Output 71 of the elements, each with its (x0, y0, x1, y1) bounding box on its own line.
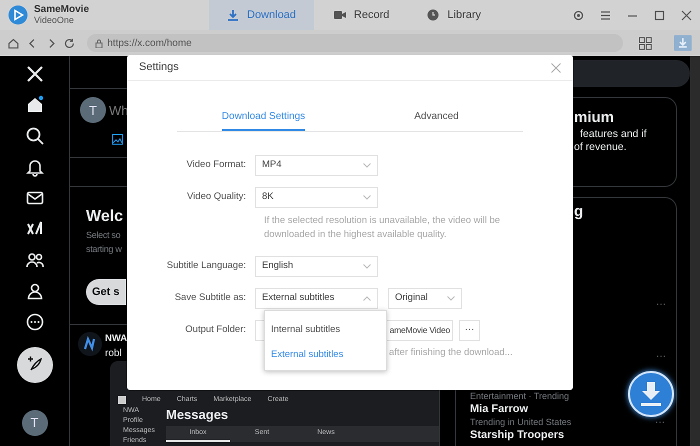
card-title: g (574, 202, 584, 222)
browse-button[interactable]: ··· (459, 320, 480, 341)
more-options-button[interactable]: ··· (656, 300, 666, 310)
get-started-button[interactable]: Get s (86, 279, 126, 306)
field-label: Save Subtitle as: (174, 291, 247, 306)
search-icon[interactable] (24, 126, 44, 146)
people-icon[interactable] (24, 250, 44, 270)
dropdown-field[interactable]: MP4 (255, 155, 378, 176)
maximize-icon[interactable] (654, 10, 665, 20)
x-logo-icon[interactable] (24, 64, 44, 84)
card-title: mium (574, 108, 614, 128)
chevron-down-icon (363, 163, 371, 168)
logo-icon (118, 396, 126, 404)
url-field[interactable]: https://x.com/home (87, 34, 624, 52)
chevron-down-icon (363, 195, 371, 200)
dropdown-field[interactable]: Original (388, 288, 462, 309)
app-name: SameMovie (34, 4, 90, 15)
app-tab[interactable]: Record (316, 0, 408, 30)
more-options-button[interactable]: ··· (656, 352, 666, 362)
scrollbar[interactable] (690, 56, 700, 446)
welcome-text: Select so (86, 229, 120, 242)
dropdown-field[interactable]: External subtitles (255, 288, 378, 309)
settings-tab[interactable]: Advanced (350, 103, 523, 131)
app-subtitle: VideoOne (34, 15, 75, 26)
app-logo-icon (8, 5, 28, 25)
dialog-title: Settings (139, 60, 179, 76)
lock-icon (95, 38, 104, 48)
hint-text: after finishing the download... (389, 346, 514, 360)
trend-category: Entertainment · Trending (470, 391, 570, 402)
card-text: features and if (580, 128, 647, 141)
app-tab[interactable]: Library (409, 0, 500, 30)
page-heading: Messages (166, 406, 230, 424)
reload-icon[interactable] (64, 38, 76, 48)
field-label: Video Format: (186, 158, 247, 172)
welcome-title: Welc (86, 207, 124, 228)
field-label: Output Folder: (184, 323, 247, 338)
trend-topic: Starship Troopers (470, 428, 564, 442)
avatar[interactable] (78, 332, 102, 356)
download-icon (227, 9, 239, 21)
card-text: of revenue. (574, 141, 627, 154)
hint-text: If the selected resolution is unavailable, the video will be downloaded in the highest available quality. (264, 214, 502, 242)
menu-icon[interactable] (600, 10, 611, 20)
avatar[interactable]: T (22, 410, 48, 436)
dropdown-option[interactable]: Internal subtitles (265, 320, 386, 341)
field-label: Video Quality: (186, 190, 247, 204)
trend-topic: Mia Farrow (470, 402, 528, 416)
welcome-text: starting w (86, 243, 122, 256)
more-icon[interactable] (24, 312, 44, 332)
chevron-down-icon (363, 264, 371, 269)
bell-icon[interactable] (24, 157, 44, 177)
field-label: Subtitle Language: (166, 259, 247, 274)
trend-category: Trending in United States (470, 417, 572, 428)
post-text: robl (105, 346, 122, 361)
close-icon[interactable] (681, 10, 692, 20)
post-author: NWA (105, 332, 128, 346)
settings-icon[interactable] (573, 10, 584, 20)
image-icon[interactable] (112, 134, 123, 146)
person-icon[interactable] (24, 281, 44, 301)
clock-icon (427, 9, 440, 21)
dropdown-field[interactable]: 8K (255, 187, 378, 208)
avatar[interactable]: T (80, 97, 106, 124)
more-options-button[interactable]: ··· (655, 418, 665, 428)
camera-icon (334, 9, 346, 21)
dropdown-field[interactable]: English (255, 256, 378, 277)
compose-button[interactable] (16, 347, 52, 383)
download-button[interactable] (628, 371, 674, 417)
apps-grid-icon[interactable] (639, 36, 652, 50)
chevron-up-icon (363, 296, 371, 301)
chevron-down-icon (447, 296, 455, 301)
post-input[interactable]: Wh (109, 100, 131, 120)
download-icon (639, 381, 663, 407)
